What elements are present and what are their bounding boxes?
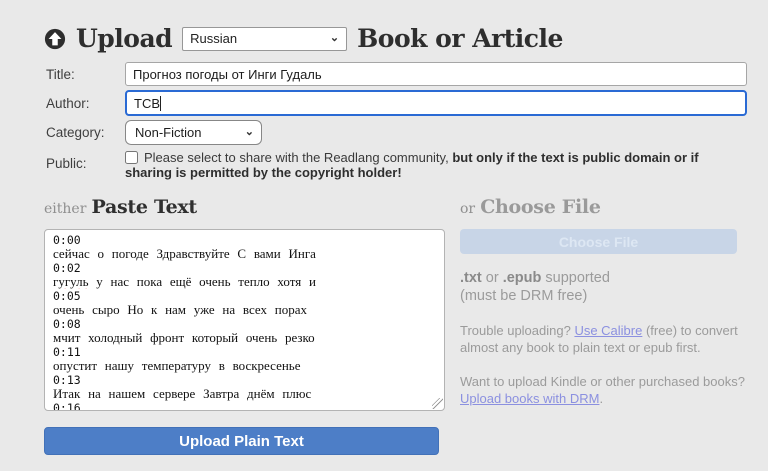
paste-line: 0:05 [53,289,81,303]
calibre-help-text: Trouble uploading? Use Calibre (free) to… [460,323,738,355]
misspelled-word: гугуль [53,275,89,289]
language-select-wrap: Russian ⌄ [182,26,348,51]
author-label: Author: [46,95,90,111]
paste-line: 0:00 [53,233,81,247]
paste-text-section: either Paste Text 0:00 сейчас о погоде Зд… [44,196,445,455]
paste-line: очень сыро Но к нам уже на всех порах [53,303,307,317]
paste-line: мчит холодный фронт который очень резко [53,331,315,345]
epub-format: .epub [502,270,542,286]
upload-plain-text-button[interactable]: Upload Plain Text [44,427,439,455]
author-input[interactable] [125,90,747,116]
category-select[interactable]: Non-Fiction [125,120,262,145]
page-header: Upload Russian ⌄ Book or Article [44,24,748,53]
public-label: Public: [46,156,87,171]
choose-file-section: or Choose File Choose File .txt or .epub… [460,196,747,455]
public-text-normal: Please select to share with the Readlang… [144,150,453,165]
category-label: Category: [46,125,105,140]
paste-line: 0:16 [53,401,81,411]
use-calibre-link[interactable]: Use Calibre [574,323,642,338]
public-consent-text: Please select to share with the Readlang… [125,150,747,180]
paste-section-heading: either Paste Text [44,196,445,218]
category-row: Category: Non-Fiction ⌄ [46,120,747,145]
paste-line: Итак на нашем сервере Завтра днём плюс [53,387,312,401]
paste-line: сейчас о погоде Здравствуйте С вами Инга [53,247,316,261]
paste-line: 0:11 [53,345,81,359]
paste-line: 0:02 [53,261,81,275]
language-select[interactable]: Russian [182,26,348,51]
page-title-prefix: Upload [76,24,173,53]
resize-handle-icon[interactable] [432,398,443,409]
paste-textarea[interactable]: 0:00 сейчас о погоде Здравствуйте С вами … [44,229,445,411]
file-section-heading: or Choose File [460,196,747,218]
paste-line: гугуль у нас пока ещё очень тепло хотя и [53,275,316,289]
supported-formats-text: .txt or .epub supported (must be DRM fre… [460,270,610,304]
either-label: either [44,201,87,217]
page-title-suffix: Book or Article [357,24,563,53]
txt-format: .txt [460,270,482,286]
paste-line: 0:13 [53,373,81,387]
public-row: Public: Please select to share with the … [46,150,747,180]
public-checkbox[interactable] [125,151,138,164]
title-input[interactable] [125,62,747,86]
title-label: Title: [46,66,75,82]
drm-note: (must be DRM free) [460,288,588,304]
text-caret [160,96,161,111]
paste-line: 0:08 [53,317,81,331]
upload-books-with-drm-link[interactable]: Upload books with DRM [460,391,599,406]
choose-file-button[interactable]: Choose File [460,229,737,254]
author-row: Author: [46,90,747,116]
upload-form: Title: Author: Category: Non-Fiction ⌄ P… [46,62,747,184]
paste-line: опустит нашу температуру в воскресенье [53,359,301,373]
choose-file-heading: Choose File [480,196,601,218]
paste-text-heading: Paste Text [91,196,197,218]
upload-circle-icon [44,28,66,49]
or-label: or [460,201,476,217]
drm-help-text: Want to upload Kindle or other purchased… [460,374,745,406]
title-row: Title: [46,62,747,86]
